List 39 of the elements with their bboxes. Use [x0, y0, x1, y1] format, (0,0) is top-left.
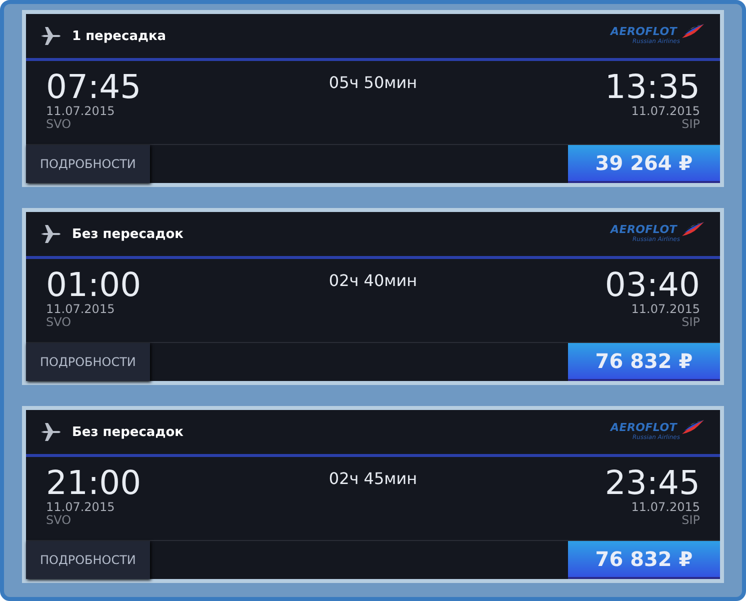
departure-airport: SVO: [46, 316, 72, 329]
flight-duration: 02ч 40мин: [328, 270, 418, 292]
arrival-airport: SIP: [682, 514, 700, 527]
airline-logo-name: AEROFLOT: [610, 224, 677, 236]
airplane-icon: [40, 422, 62, 442]
departure-airport: SVO: [46, 118, 72, 131]
arrival-time: 13:35: [604, 69, 700, 105]
stops-label: Без пересадок: [72, 226, 184, 242]
departure-time: 21:00: [46, 465, 142, 501]
details-button[interactable]: ПОДРОБНОСТИ: [26, 343, 150, 381]
arrival-airport: SIP: [682, 118, 700, 131]
arrival-date: 11.07.2015: [631, 303, 700, 316]
price-button[interactable]: 39 264 ₽: [568, 145, 720, 183]
arrival-date: 11.07.2015: [631, 501, 700, 514]
flag-wing-icon: [680, 418, 706, 436]
arrival-date: 11.07.2015: [631, 105, 700, 118]
arrival-time: 03:40: [604, 267, 700, 303]
price-button[interactable]: 76 832 ₽: [568, 541, 720, 579]
details-button[interactable]: ПОДРОБНОСТИ: [26, 145, 150, 183]
departure-date: 11.07.2015: [46, 303, 116, 316]
departure-date: 11.07.2015: [46, 105, 116, 118]
flag-wing-icon: [680, 22, 706, 40]
arrival-airport: SIP: [682, 316, 700, 329]
flag-wing-icon: [680, 220, 706, 238]
departure-airport: SVO: [46, 514, 72, 527]
airplane-icon: [40, 26, 62, 46]
stops-label: Без пересадок: [72, 424, 184, 440]
flight-duration: 02ч 45мин: [328, 468, 418, 490]
flight-duration: 05ч 50мин: [328, 72, 418, 94]
arrival-time: 23:45: [604, 465, 700, 501]
price-button[interactable]: 76 832 ₽: [568, 343, 720, 381]
airline-logo-name: AEROFLOT: [610, 26, 677, 38]
details-button[interactable]: ПОДРОБНОСТИ: [26, 541, 150, 579]
departure-date: 11.07.2015: [46, 501, 116, 514]
departure-time: 01:00: [46, 267, 142, 303]
airline-logo-name: AEROFLOT: [610, 422, 677, 434]
stops-label: 1 пересадка: [72, 28, 168, 44]
departure-time: 07:45: [46, 69, 142, 105]
airplane-icon: [40, 224, 62, 244]
